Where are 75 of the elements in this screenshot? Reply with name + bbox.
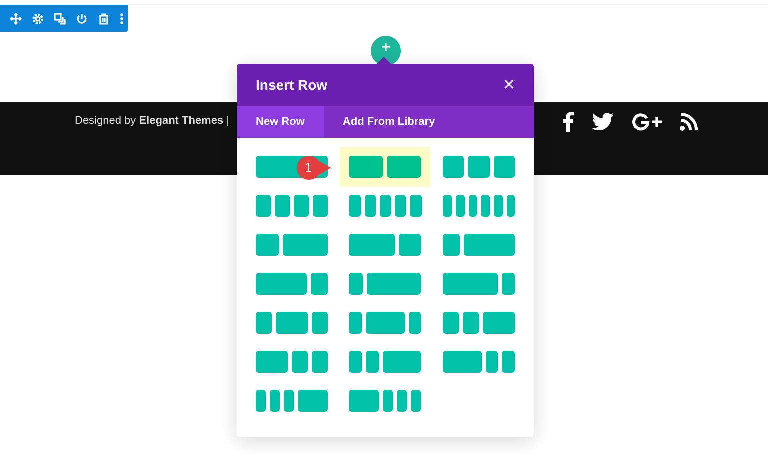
column-block bbox=[408, 312, 422, 334]
column-block bbox=[312, 195, 328, 217]
delete-icon[interactable] bbox=[98, 12, 110, 24]
column-block bbox=[463, 312, 480, 334]
column-block bbox=[502, 351, 516, 373]
column-block bbox=[310, 273, 328, 295]
column-block bbox=[349, 273, 364, 295]
dialog-tab[interactable]: New Row bbox=[237, 106, 324, 138]
column-block bbox=[292, 351, 308, 373]
rss-icon[interactable] bbox=[680, 112, 698, 130]
column-block bbox=[483, 312, 516, 334]
facebook-icon[interactable] bbox=[562, 112, 574, 132]
column-block bbox=[443, 273, 498, 295]
column-block bbox=[349, 234, 395, 256]
column-block bbox=[398, 234, 422, 256]
bird-icon[interactable] bbox=[592, 112, 614, 130]
column-block bbox=[443, 312, 460, 334]
column-block bbox=[395, 195, 406, 217]
column-block bbox=[456, 195, 464, 217]
power-icon[interactable] bbox=[76, 12, 88, 24]
column-block bbox=[256, 273, 307, 295]
column-block bbox=[349, 390, 380, 412]
column-block bbox=[256, 312, 272, 334]
column-block bbox=[494, 195, 503, 217]
settings-icon[interactable] bbox=[32, 12, 44, 24]
dialog-tab[interactable]: Add From Library bbox=[324, 106, 454, 138]
duplicate-icon[interactable] bbox=[54, 12, 66, 24]
move-icon[interactable] bbox=[10, 12, 22, 24]
column-block bbox=[256, 195, 271, 217]
column-block bbox=[443, 351, 482, 373]
column-block bbox=[481, 195, 490, 217]
column-block bbox=[366, 351, 380, 373]
column-block bbox=[502, 273, 516, 295]
column-block bbox=[494, 156, 516, 178]
column-block bbox=[486, 351, 498, 373]
column-block bbox=[256, 351, 288, 373]
column-block bbox=[411, 390, 422, 412]
column-block bbox=[276, 312, 308, 334]
plus-icon bbox=[381, 42, 391, 52]
column-block bbox=[364, 195, 376, 217]
close-button[interactable]: × bbox=[503, 75, 515, 95]
column-block bbox=[284, 390, 294, 412]
column-block bbox=[312, 351, 328, 373]
column-block bbox=[387, 156, 422, 178]
more-icon[interactable] bbox=[120, 12, 124, 24]
column-block bbox=[383, 351, 422, 373]
column-block bbox=[383, 390, 394, 412]
column-block bbox=[366, 312, 405, 334]
column-block bbox=[367, 273, 422, 295]
column-block bbox=[256, 234, 278, 256]
dialog-title: Insert Row bbox=[256, 76, 328, 94]
google-plus-icon[interactable] bbox=[632, 112, 662, 130]
column-block bbox=[298, 390, 328, 412]
row-layout-option[interactable] bbox=[340, 147, 430, 187]
column-block bbox=[349, 156, 384, 178]
column-block bbox=[443, 195, 452, 217]
column-block bbox=[443, 156, 464, 178]
column-block bbox=[410, 195, 422, 217]
column-block bbox=[397, 390, 408, 412]
column-block bbox=[274, 195, 290, 217]
column-block bbox=[468, 195, 478, 217]
column-block bbox=[506, 195, 516, 217]
column-block bbox=[349, 351, 362, 373]
column-block bbox=[380, 195, 392, 217]
column-block bbox=[294, 195, 309, 217]
column-block bbox=[464, 234, 516, 256]
column-block bbox=[349, 195, 361, 217]
column-block bbox=[468, 156, 490, 178]
column-block bbox=[443, 234, 460, 256]
footer-credit: Designed by Elegant Themes | bbox=[75, 114, 230, 130]
column-block bbox=[270, 390, 280, 412]
column-block bbox=[256, 390, 266, 412]
column-block bbox=[349, 312, 362, 334]
column-block bbox=[282, 234, 328, 256]
column-block bbox=[312, 312, 328, 334]
